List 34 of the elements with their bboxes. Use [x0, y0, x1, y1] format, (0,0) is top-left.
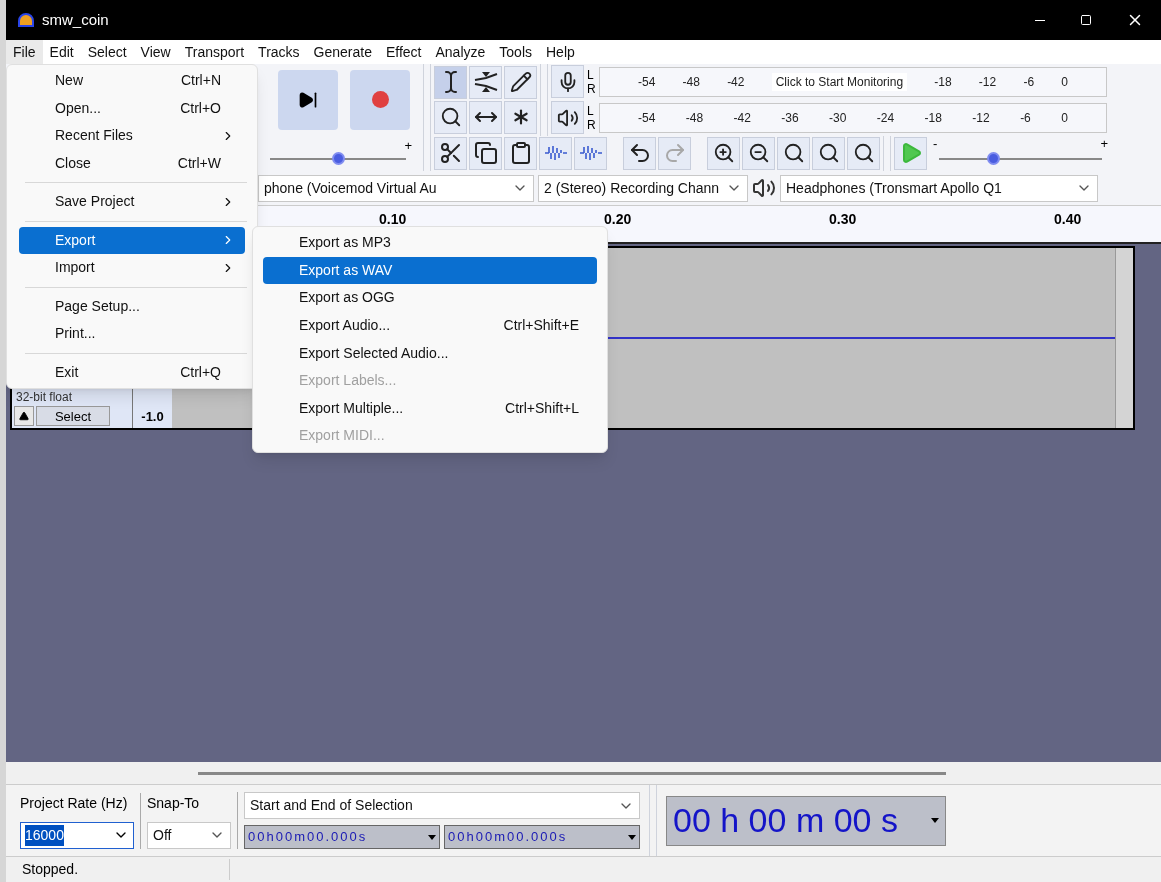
- plus-label: +: [1100, 135, 1108, 154]
- plus-label: +: [404, 137, 412, 156]
- ruler-label: 0.40: [1054, 210, 1082, 229]
- channel-label: R: [587, 117, 597, 132]
- project-rate-label: Project Rate (Hz): [20, 793, 129, 813]
- meter-tick-label: -54: [638, 73, 656, 91]
- channel-label: L: [587, 67, 595, 82]
- ruler-label: 0.30: [829, 210, 857, 229]
- meter-tick-label: -42: [733, 109, 751, 127]
- meter-tick-label: -18: [924, 109, 942, 127]
- meter-tick-label: 0: [1061, 73, 1068, 91]
- meter-tick-label: -36: [781, 109, 799, 127]
- meter-tick-label: -54: [638, 109, 656, 127]
- meter-tick-label: -6: [1023, 73, 1035, 91]
- sample-format-label: 32-bit float: [15, 389, 74, 406]
- scale-label: -1.0: [141, 407, 164, 426]
- snap-to-label: Snap-To: [147, 793, 201, 813]
- meter-tick-label: -48: [685, 109, 704, 127]
- meter-tick-label: -12: [972, 109, 990, 127]
- minus-label: -: [933, 135, 938, 154]
- ruler-label: 0.10: [379, 210, 407, 229]
- channel-label: L: [587, 103, 595, 118]
- meter-tick-label: -42: [727, 73, 745, 91]
- ruler-label: 0.20: [604, 210, 632, 229]
- meter-tick-label: 0: [1061, 109, 1068, 127]
- meter-tick-label: -12: [978, 73, 997, 91]
- status-text: Stopped.: [6, 859, 230, 880]
- meter-tick-label: -30: [829, 109, 847, 127]
- meter-tick-label: -24: [876, 109, 895, 127]
- meter-tick-label: -48: [682, 73, 700, 91]
- window-title: smw_coin: [42, 9, 109, 30]
- meter-tick-label: -6: [1020, 109, 1031, 127]
- meter-tick-label: -18: [934, 73, 952, 91]
- channel-label: R: [587, 81, 597, 96]
